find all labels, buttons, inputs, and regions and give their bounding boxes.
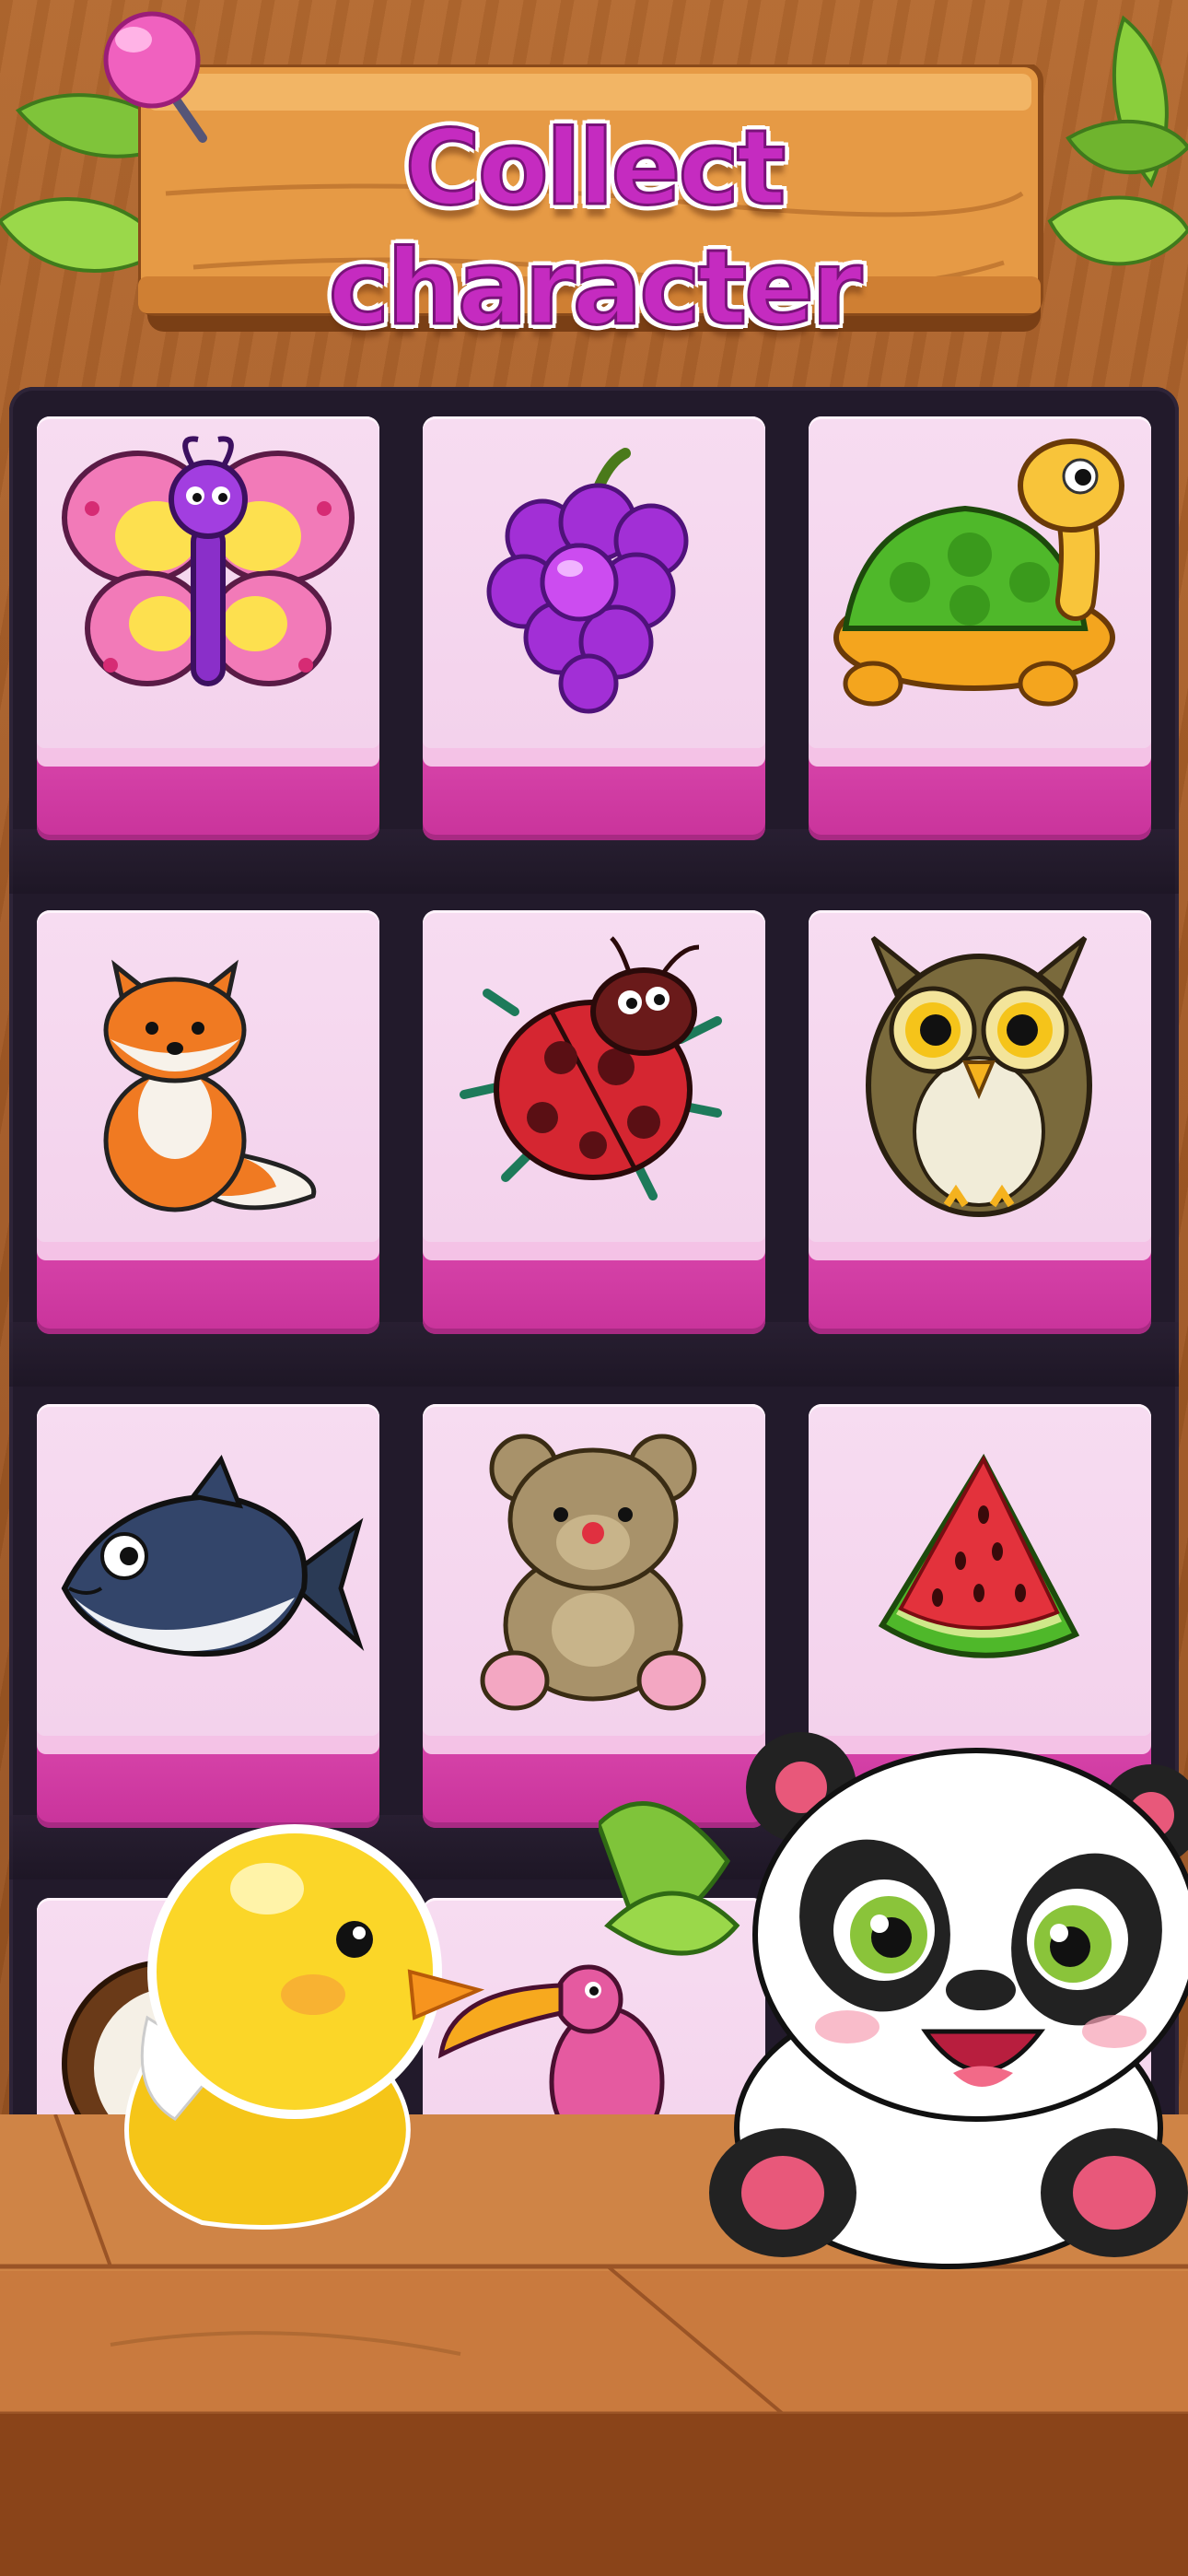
- grapes-icon: [486, 448, 689, 714]
- fish-icon: [61, 1454, 365, 1657]
- butterfly-icon: [62, 436, 355, 686]
- character-tile-butterfly[interactable]: [37, 416, 379, 840]
- page-title: Collect character: [327, 108, 864, 350]
- ladybug-icon: [460, 936, 722, 1200]
- character-tile-ladybug[interactable]: [423, 910, 765, 1334]
- character-tile-turtle[interactable]: [809, 416, 1151, 840]
- character-tile-grapes[interactable]: [423, 416, 765, 840]
- character-tile-fish[interactable]: [37, 1404, 379, 1828]
- owl-icon: [866, 936, 1092, 1217]
- turtle-icon: [833, 439, 1124, 707]
- watermelon-icon: [878, 1453, 1080, 1658]
- panda-mascot: [599, 1732, 1188, 2269]
- character-tile-owl[interactable]: [809, 910, 1151, 1334]
- duck-mascot: [124, 1824, 485, 2230]
- character-tile-fox[interactable]: [37, 910, 379, 1334]
- fox-icon: [103, 959, 317, 1212]
- teddy-bear-icon: [480, 1434, 706, 1711]
